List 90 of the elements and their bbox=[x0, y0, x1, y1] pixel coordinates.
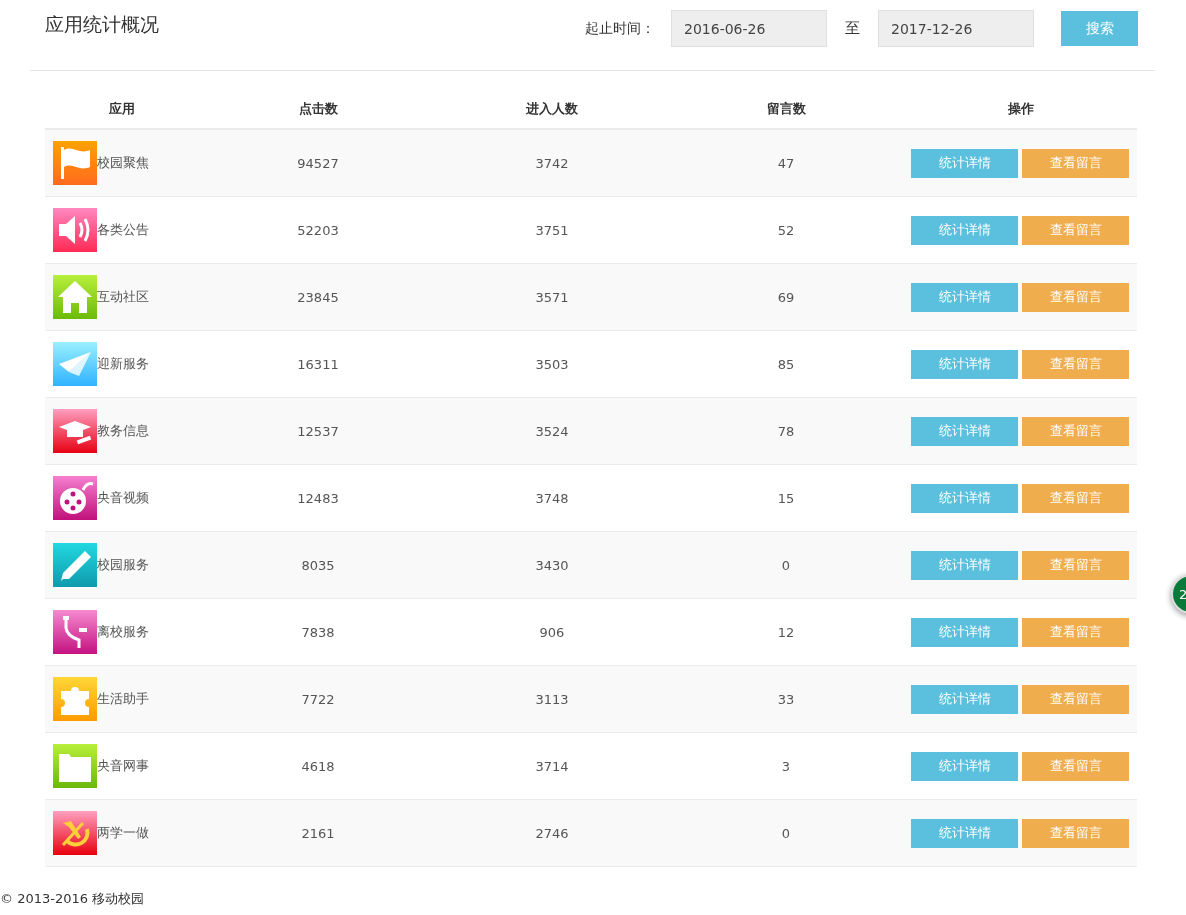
app-name: 校园聚焦 bbox=[97, 154, 149, 172]
column-header: 操作 bbox=[1008, 100, 1034, 116]
view-comments-button[interactable]: 查看留言 bbox=[1022, 751, 1129, 781]
app-icon bbox=[53, 275, 97, 319]
end-date-field[interactable]: 2017-12-26 bbox=[878, 10, 1034, 47]
visitor-count: 3751 bbox=[535, 222, 569, 238]
search-button[interactable]: 搜索 bbox=[1061, 11, 1138, 46]
click-count: 4618 bbox=[301, 758, 335, 774]
view-comments-button[interactable]: 查看留言 bbox=[1022, 349, 1129, 379]
column-header: 应用 bbox=[109, 100, 135, 116]
click-count: 12483 bbox=[297, 490, 339, 506]
app-icon bbox=[53, 208, 97, 252]
comment-count: 0 bbox=[781, 557, 791, 573]
comment-count: 52 bbox=[777, 222, 795, 238]
comment-count: 15 bbox=[777, 490, 795, 506]
visitor-count: 3571 bbox=[535, 289, 569, 305]
visitor-count: 3524 bbox=[535, 423, 569, 439]
comment-count: 0 bbox=[781, 825, 791, 841]
app-name: 教务信息 bbox=[97, 422, 149, 440]
view-comments-button[interactable]: 查看留言 bbox=[1022, 416, 1129, 446]
stats-detail-button[interactable]: 统计详情 bbox=[911, 550, 1018, 580]
column-header: 留言数 bbox=[766, 100, 806, 116]
visitor-count: 3113 bbox=[535, 691, 569, 707]
column-header: 点击数 bbox=[298, 100, 338, 116]
visitor-count: 2746 bbox=[535, 825, 569, 841]
comment-count: 47 bbox=[777, 155, 795, 171]
comment-count: 12 bbox=[777, 624, 795, 640]
column-header: 进入人数 bbox=[526, 100, 578, 116]
click-count: 7722 bbox=[301, 691, 335, 707]
app-icon bbox=[53, 811, 97, 855]
app-name: 互动社区 bbox=[97, 288, 149, 306]
view-comments-button[interactable]: 查看留言 bbox=[1022, 617, 1129, 647]
app-icon bbox=[53, 610, 97, 654]
date-range-label: 起止时间： bbox=[585, 19, 655, 38]
click-count: 23845 bbox=[297, 289, 339, 305]
stats-detail-button[interactable]: 统计详情 bbox=[911, 483, 1018, 513]
stats-detail-button[interactable]: 统计详情 bbox=[911, 617, 1018, 647]
stats-detail-button[interactable]: 统计详情 bbox=[911, 349, 1018, 379]
view-comments-button[interactable]: 查看留言 bbox=[1022, 148, 1129, 178]
click-count: 52203 bbox=[297, 222, 339, 238]
date-separator: 至 bbox=[845, 19, 860, 38]
footer-copyright: © 2013-2016 移动校园 bbox=[0, 890, 145, 908]
comment-count: 78 bbox=[777, 423, 795, 439]
click-count: 16311 bbox=[297, 356, 339, 372]
start-date-field[interactable]: 2016-06-26 bbox=[671, 10, 827, 47]
view-comments-button[interactable]: 查看留言 bbox=[1022, 483, 1129, 513]
view-comments-button[interactable]: 查看留言 bbox=[1022, 684, 1129, 714]
visitor-count: 3714 bbox=[535, 758, 569, 774]
stats-detail-button[interactable]: 统计详情 bbox=[911, 148, 1018, 178]
view-comments-button[interactable]: 查看留言 bbox=[1022, 282, 1129, 312]
comment-count: 85 bbox=[777, 356, 795, 372]
app-icon bbox=[53, 744, 97, 788]
visitor-count: 3748 bbox=[535, 490, 569, 506]
app-name: 央音网事 bbox=[97, 757, 149, 775]
comment-count: 3 bbox=[781, 758, 791, 774]
comment-count: 33 bbox=[777, 691, 795, 707]
app-icon bbox=[53, 342, 97, 386]
visitor-count: 3503 bbox=[535, 356, 569, 372]
view-comments-button[interactable]: 查看留言 bbox=[1022, 215, 1129, 245]
view-comments-button[interactable]: 查看留言 bbox=[1022, 550, 1129, 580]
visitor-count: 3430 bbox=[535, 557, 569, 573]
stats-detail-button[interactable]: 统计详情 bbox=[911, 684, 1018, 714]
click-count: 8035 bbox=[301, 557, 335, 573]
visitor-count: 3742 bbox=[535, 155, 569, 171]
click-count: 12537 bbox=[297, 423, 339, 439]
click-count: 7838 bbox=[301, 624, 335, 640]
stats-detail-button[interactable]: 统计详情 bbox=[911, 751, 1018, 781]
app-name: 央音视频 bbox=[97, 489, 149, 507]
app-icon bbox=[53, 543, 97, 587]
comment-count: 69 bbox=[777, 289, 795, 305]
stats-detail-button[interactable]: 统计详情 bbox=[911, 818, 1018, 848]
click-count: 2161 bbox=[301, 825, 335, 841]
stats-detail-button[interactable]: 统计详情 bbox=[911, 215, 1018, 245]
app-icon bbox=[53, 677, 97, 721]
app-name: 两学一做 bbox=[97, 824, 149, 842]
click-count: 94527 bbox=[297, 155, 339, 171]
app-icon bbox=[53, 409, 97, 453]
stats-detail-button[interactable]: 统计详情 bbox=[911, 282, 1018, 312]
page-title: 应用统计概况 bbox=[45, 12, 160, 37]
app-name: 离校服务 bbox=[97, 623, 149, 641]
stats-detail-button[interactable]: 统计详情 bbox=[911, 416, 1018, 446]
app-icon bbox=[53, 476, 97, 520]
app-name: 迎新服务 bbox=[97, 355, 149, 373]
app-icon bbox=[53, 141, 97, 185]
app-name: 生活助手 bbox=[97, 690, 149, 708]
visitor-count: 906 bbox=[539, 624, 565, 640]
app-name: 校园服务 bbox=[97, 556, 149, 574]
view-comments-button[interactable]: 查看留言 bbox=[1022, 818, 1129, 848]
app-name: 各类公告 bbox=[97, 221, 149, 239]
floating-badge[interactable]: 2 bbox=[1171, 574, 1186, 614]
